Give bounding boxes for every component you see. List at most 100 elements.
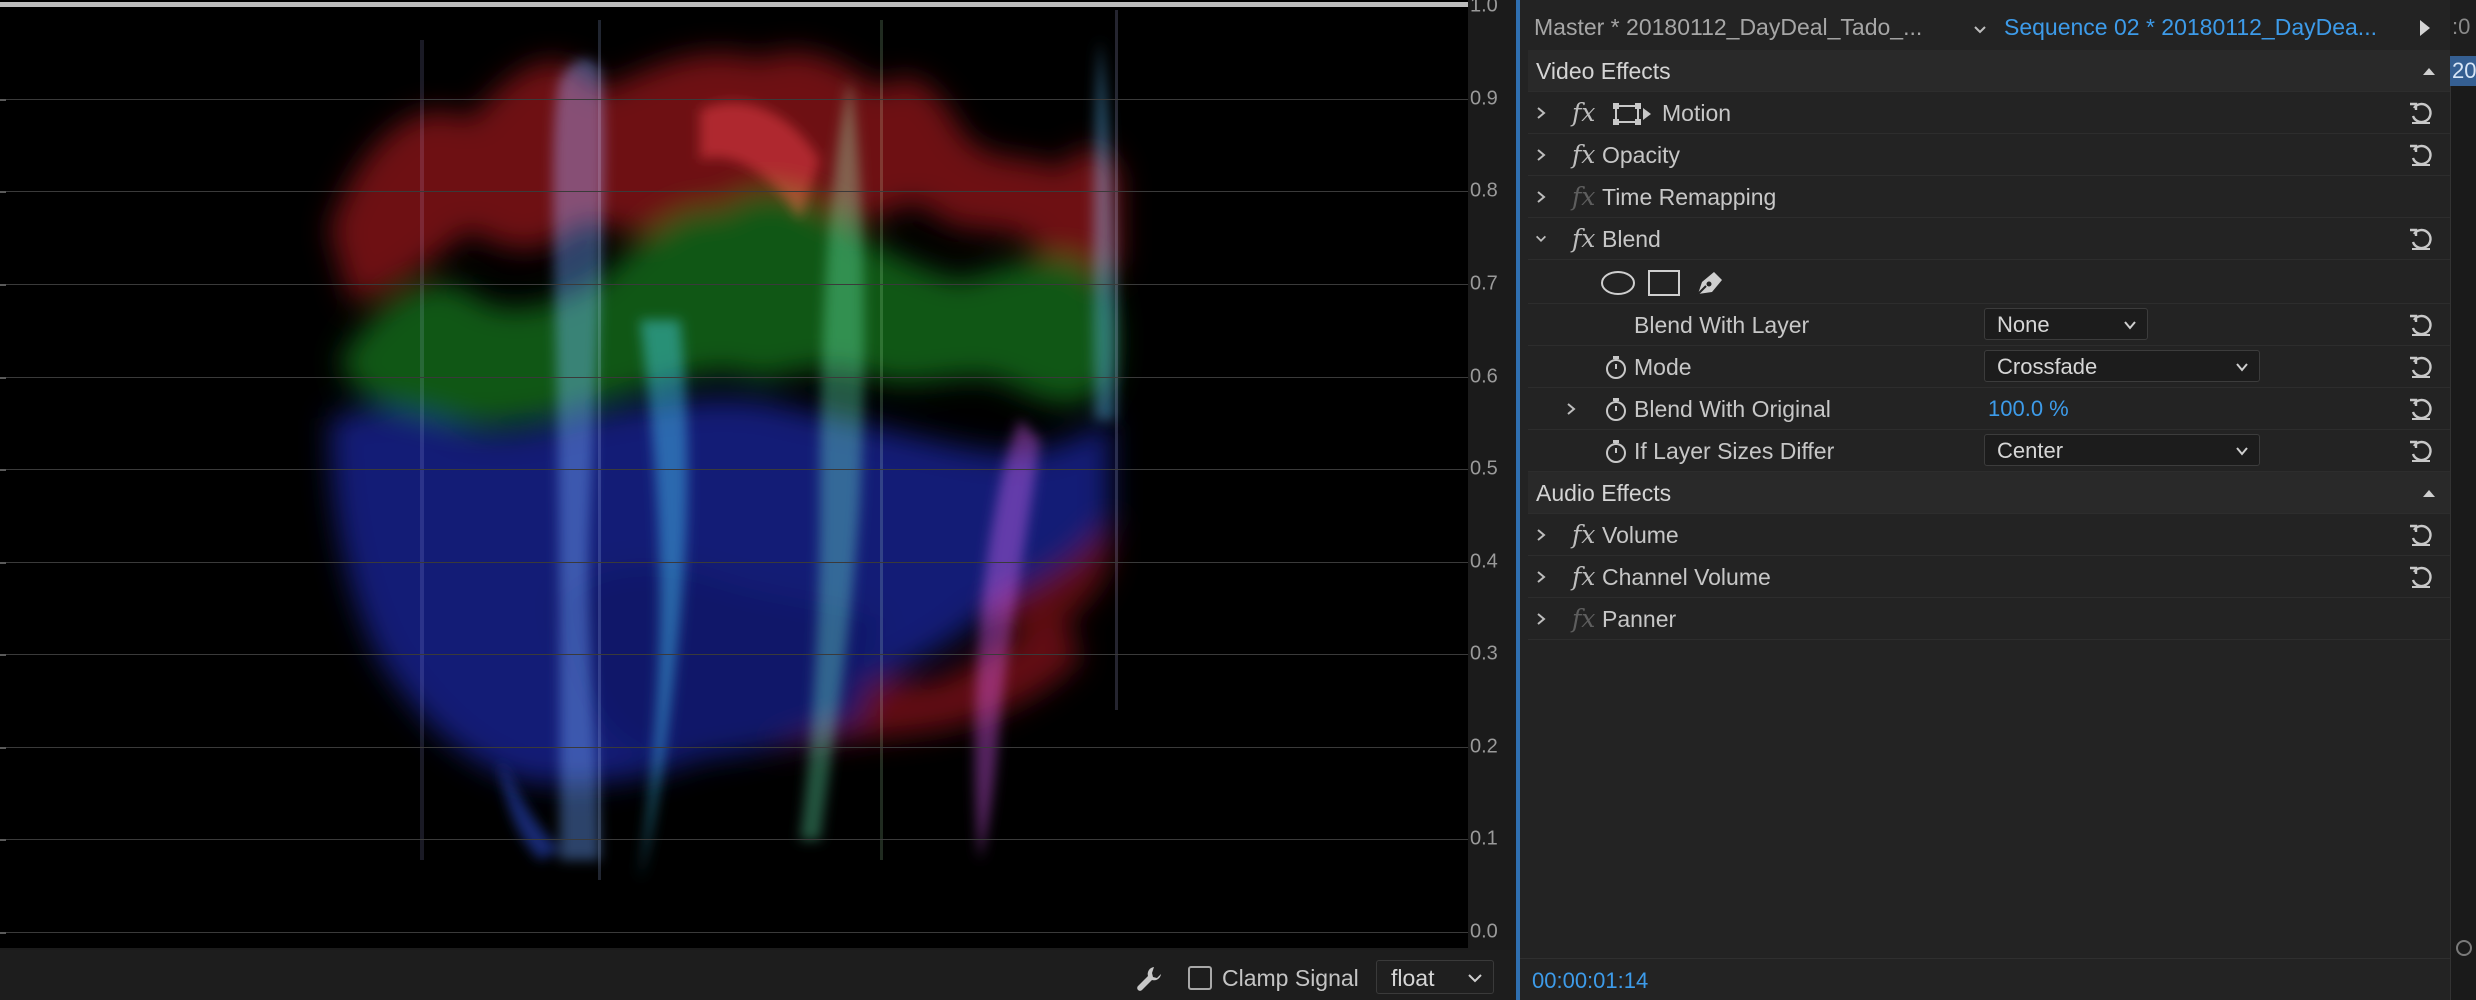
scope-gridline <box>0 377 1468 378</box>
clamp-signal-checkbox[interactable] <box>1188 966 1212 990</box>
ellipse-mask-icon[interactable] <box>1600 268 1636 298</box>
scope-left-tick <box>0 562 6 564</box>
effect-row-blend[interactable]: fx Blend <box>1528 218 2450 260</box>
fx-icon: fx <box>1572 604 1596 633</box>
play-triangle-icon[interactable] <box>2418 18 2432 38</box>
tab-sequence-clip[interactable]: Sequence 02 * 20180112_DayDea... <box>2004 14 2377 41</box>
pen-mask-icon[interactable] <box>1692 268 1728 298</box>
reset-icon[interactable] <box>2408 226 2434 252</box>
scope-left-tick <box>0 839 6 841</box>
reset-icon[interactable] <box>2408 142 2434 168</box>
stopwatch-icon[interactable] <box>1604 396 1628 422</box>
param-label: Blend With Original <box>1634 396 1831 422</box>
mini-timeline-timecode: :0 <box>2452 14 2471 39</box>
scope-gridline <box>0 469 1468 470</box>
fx-icon[interactable]: fx <box>1572 520 1595 549</box>
chevron-down-icon <box>2124 321 2136 330</box>
video-effects-header: Video Effects <box>1528 50 2450 92</box>
chevron-down-icon <box>2236 363 2248 372</box>
transform-icon[interactable] <box>1612 102 1652 126</box>
scope-left-tick <box>0 284 6 286</box>
effect-row-motion[interactable]: fx Motion <box>1528 92 2450 134</box>
blend-with-original-value[interactable]: 100.0 % <box>1988 396 2069 422</box>
reset-icon[interactable] <box>2408 354 2434 380</box>
stopwatch-icon[interactable] <box>1604 438 1628 464</box>
audio-effects-label: Audio Effects <box>1536 480 1672 506</box>
wrench-icon[interactable] <box>1134 964 1164 994</box>
y-tick-label: 0.0 <box>1470 920 1498 943</box>
collapse-triangle-icon[interactable] <box>2422 488 2436 498</box>
scope-gridline <box>0 562 1468 563</box>
chevron-down-icon[interactable] <box>1534 231 1548 247</box>
scope-gridline <box>0 839 1468 840</box>
clamp-signal-label: Clamp Signal <box>1222 965 1359 991</box>
scope-left-tick <box>0 191 6 193</box>
current-timecode[interactable]: 00:00:01:14 <box>1532 968 1648 994</box>
reset-icon[interactable] <box>2408 396 2434 422</box>
reset-icon[interactable] <box>2408 438 2434 464</box>
zoom-handle[interactable] <box>2456 940 2472 956</box>
chevron-right-icon[interactable] <box>1534 569 1548 585</box>
effect-controls-panel: Master * 20180112_DayDeal_Tado_... Seque… <box>1520 0 2476 1000</box>
fx-icon[interactable]: fx <box>1572 562 1595 591</box>
effect-name: Volume <box>1602 522 1679 548</box>
param-row-blend-with-original: Blend With Original 100.0 % <box>1528 388 2450 430</box>
chevron-right-icon[interactable] <box>1534 611 1548 627</box>
chevron-right-icon[interactable] <box>1534 147 1548 163</box>
reset-icon[interactable] <box>2408 100 2434 126</box>
effect-controls-tabbar: Master * 20180112_DayDeal_Tado_... Seque… <box>1520 0 2476 56</box>
chevron-right-icon[interactable] <box>1564 401 1578 417</box>
fx-icon[interactable]: fx <box>1572 98 1595 127</box>
waveform-scope-panel: 1.0 0.9 0.8 0.7 0.6 0.5 0.4 0.3 0.2 0.1 … <box>0 0 1516 1000</box>
waveform-display <box>0 0 1468 948</box>
blend-with-layer-dropdown[interactable]: None <box>1984 308 2148 340</box>
y-tick-label: 0.5 <box>1470 457 1498 480</box>
fx-icon: fx <box>1572 182 1596 211</box>
scope-left-tick <box>0 932 6 934</box>
effect-name: Panner <box>1602 606 1677 632</box>
effect-name: Channel Volume <box>1602 564 1771 590</box>
scope-left-tick <box>0 377 6 379</box>
reset-icon[interactable] <box>2408 564 2434 590</box>
scope-gridline <box>0 99 1468 100</box>
dropdown-value: None <box>1997 312 2050 337</box>
signal-format-value: float <box>1391 965 1435 991</box>
reset-icon[interactable] <box>2408 522 2434 548</box>
mode-dropdown[interactable]: Crossfade <box>1984 350 2260 382</box>
effect-row-opacity[interactable]: fx Opacity <box>1528 134 2450 176</box>
fx-icon[interactable]: fx <box>1572 140 1595 169</box>
effect-row-panner[interactable]: fx Panner <box>1528 598 2450 640</box>
fx-icon[interactable]: fx <box>1572 224 1595 253</box>
param-row-blend-with-layer: Blend With Layer None <box>1528 304 2450 346</box>
y-tick-label: 0.2 <box>1470 735 1498 758</box>
dropdown-value: Crossfade <box>1997 354 2098 379</box>
scope-left-tick <box>0 99 6 101</box>
footer-separator <box>1520 958 2450 959</box>
chevron-down-icon[interactable] <box>1972 22 1988 38</box>
reset-icon[interactable] <box>2408 312 2434 338</box>
scope-top-clip-line <box>0 2 1468 7</box>
dropdown-value: Center <box>1997 438 2064 463</box>
chevron-right-icon[interactable] <box>1534 527 1548 543</box>
chevron-right-icon[interactable] <box>1534 189 1548 205</box>
mask-tools-row <box>1528 260 2450 304</box>
effect-row-volume[interactable]: fx Volume <box>1528 514 2450 556</box>
rectangle-mask-icon[interactable] <box>1646 268 1682 298</box>
effect-name: Time Remapping <box>1602 184 1777 210</box>
scope-gridline <box>0 932 1468 933</box>
rgb-waveform-graphic <box>330 10 1120 880</box>
mini-timeline[interactable] <box>2450 86 2476 1000</box>
collapse-triangle-icon[interactable] <box>2422 66 2436 76</box>
y-tick-label: 0.1 <box>1470 827 1498 850</box>
scope-left-tick <box>0 654 6 656</box>
effect-name: Motion <box>1662 100 1732 126</box>
signal-format-select[interactable]: float <box>1376 960 1494 994</box>
effect-row-channel-volume[interactable]: fx Channel Volume <box>1528 556 2450 598</box>
chevron-right-icon[interactable] <box>1534 105 1548 121</box>
tab-master-clip[interactable]: Master * 20180112_DayDeal_Tado_... <box>1534 14 1922 41</box>
layer-sizes-dropdown[interactable]: Center <box>1984 434 2260 466</box>
stopwatch-icon[interactable] <box>1604 354 1628 380</box>
effect-row-time-remapping[interactable]: fx Time Remapping <box>1528 176 2450 218</box>
y-tick-label: 0.9 <box>1470 87 1498 110</box>
audio-effects-header: Audio Effects <box>1528 472 2450 514</box>
